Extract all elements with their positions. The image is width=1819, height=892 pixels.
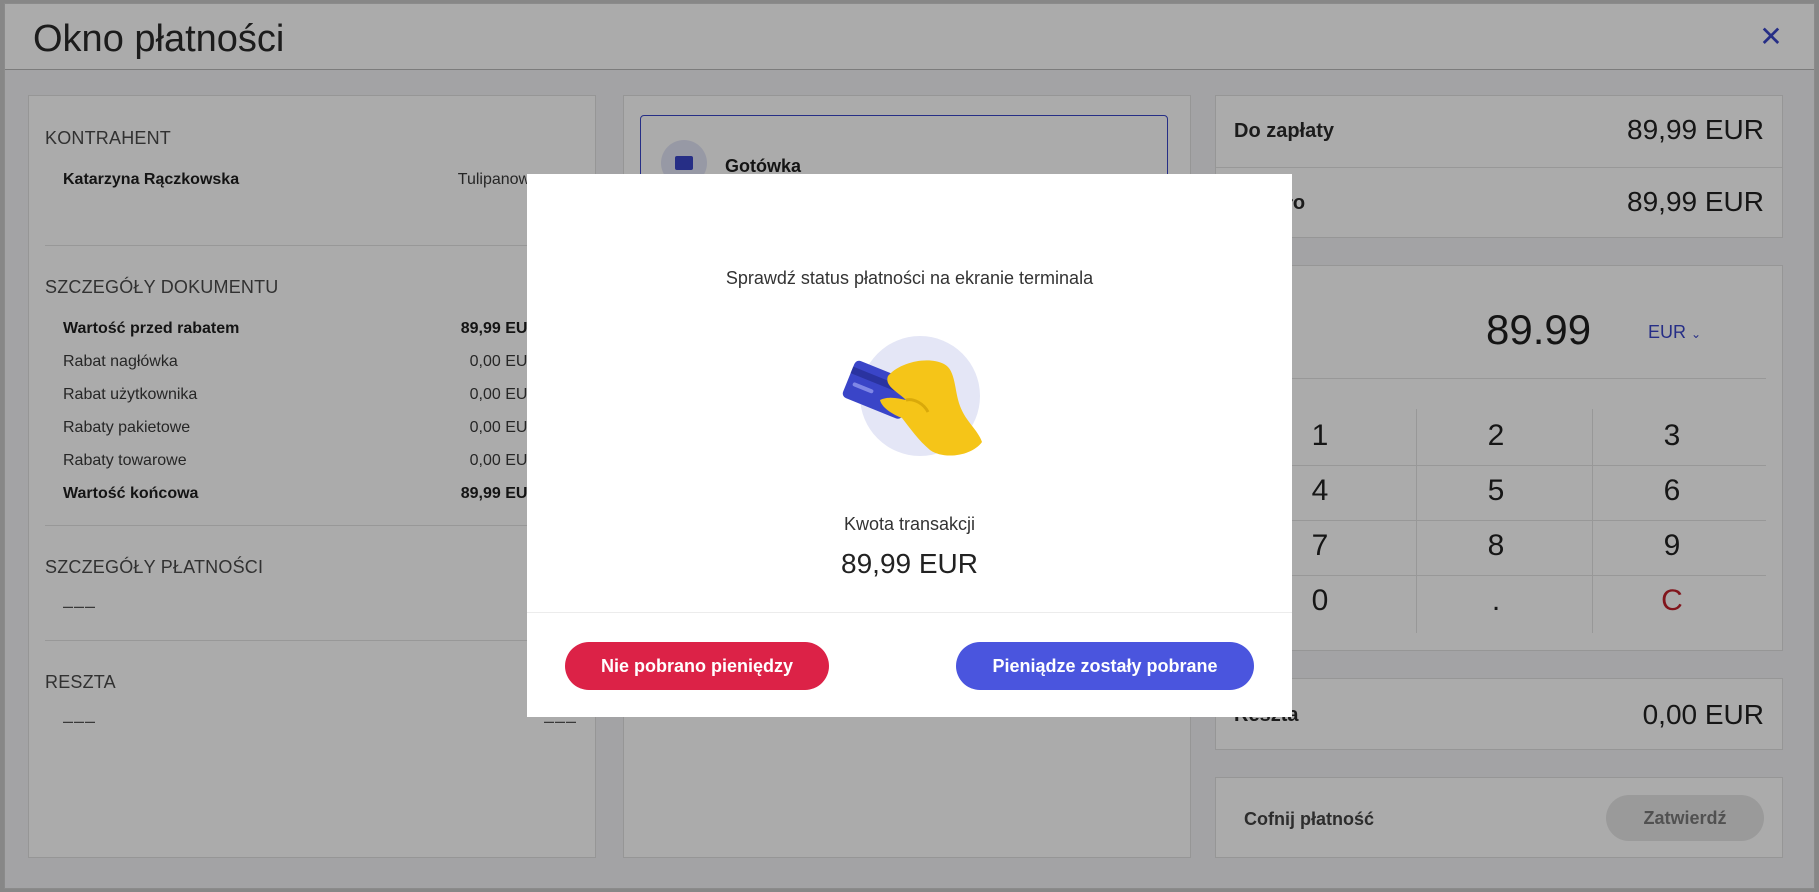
terminal-status-dialog: Sprawdź status płatności na ekranie term… <box>527 174 1292 717</box>
money-not-collected-button[interactable]: Nie pobrano pieniędzy <box>565 642 829 690</box>
transaction-amount: 89,99 EUR <box>841 548 978 579</box>
card-payment-illustration <box>842 336 982 456</box>
divider <box>527 612 1292 613</box>
money-collected-button[interactable]: Pieniądze zostały pobrane <box>956 642 1254 690</box>
transaction-amount-label: Kwota transakcji <box>843 514 976 534</box>
dialog-message: Sprawdź status płatności na ekranie term… <box>725 268 1094 288</box>
